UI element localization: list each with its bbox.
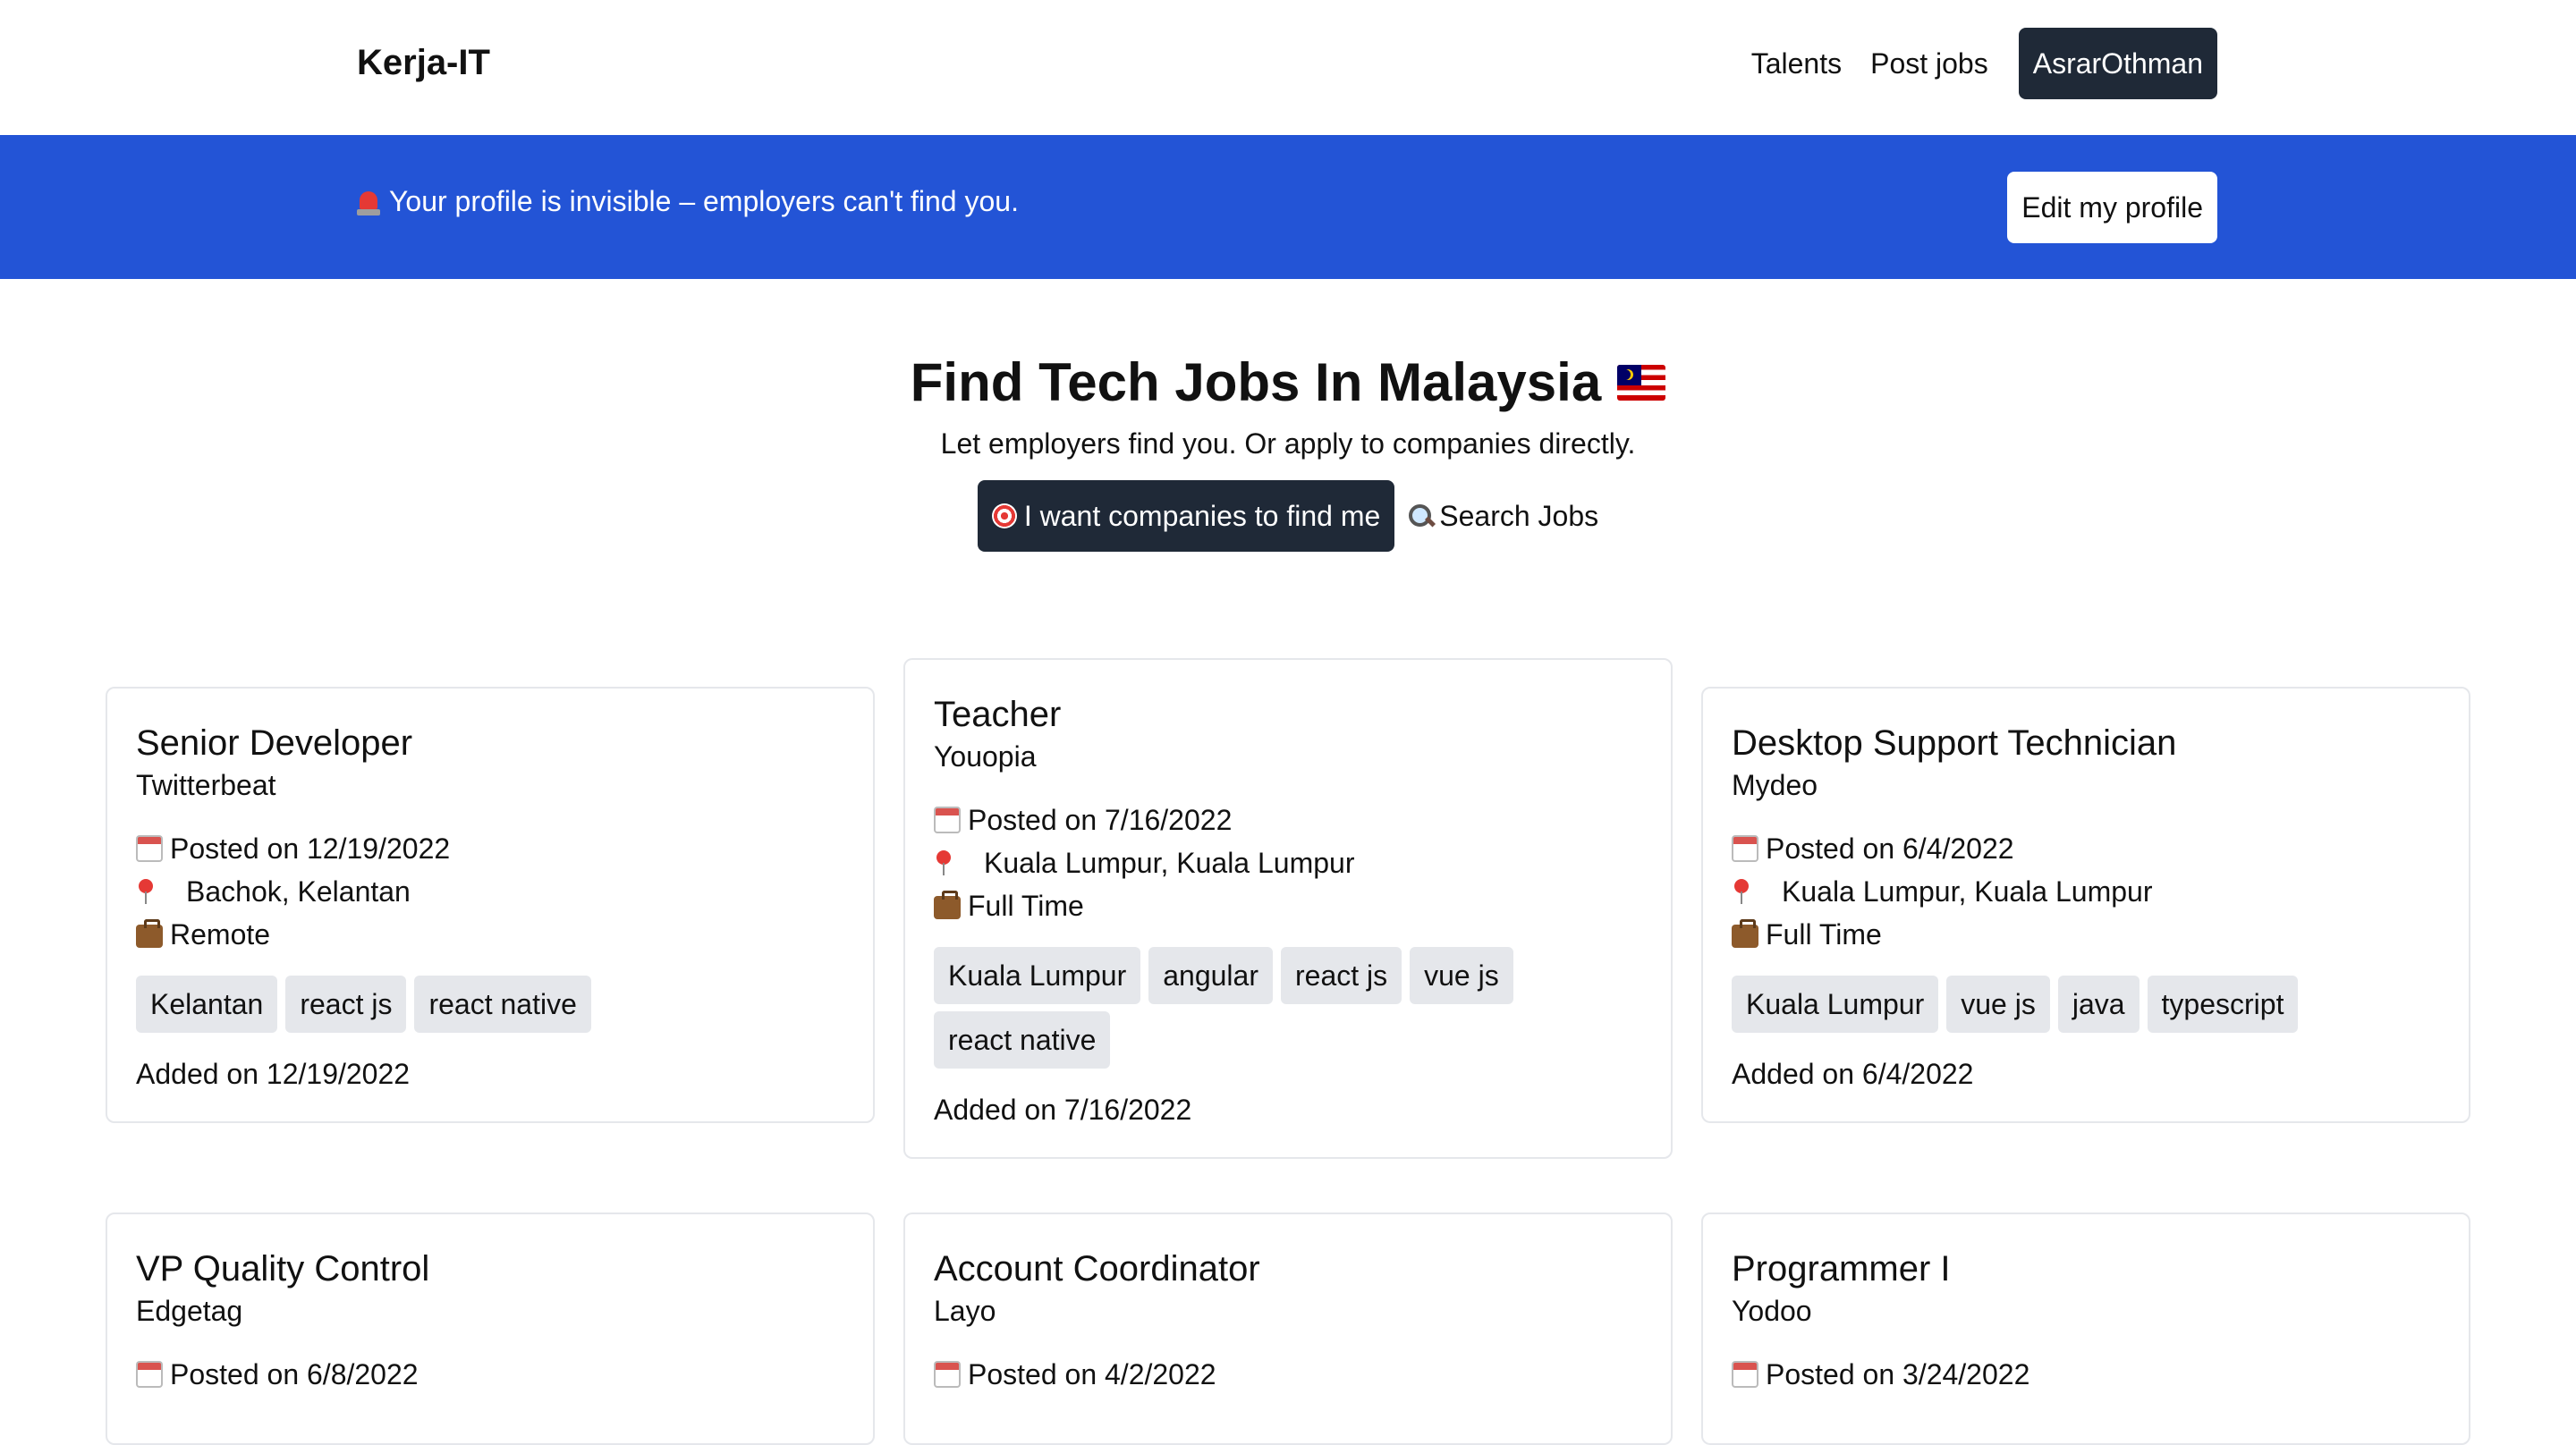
job-meta: Posted on 3/24/2022 [1732, 1353, 2440, 1396]
posted-date: Posted on 7/16/2022 [968, 804, 1233, 836]
company-name: Yodoo [1732, 1295, 1812, 1327]
posted-row: Posted on 12/19/2022 [136, 827, 844, 870]
siren-icon [357, 189, 380, 215]
calendar-icon [136, 835, 163, 862]
job-title[interactable]: Programmer I [1732, 1246, 2440, 1291]
tag-list: Kuala Lumpur vue js java typescript [1732, 976, 2440, 1033]
type-row: Remote [136, 913, 844, 956]
tag-list: Kelantan react js react native [136, 976, 844, 1033]
user-menu-button[interactable]: AsrarOthman [2018, 28, 2217, 99]
briefcase-icon [136, 918, 163, 948]
job-card[interactable]: Senior Developer Twitterbeat Posted on 1… [106, 687, 875, 1123]
job-location: Kuala Lumpur, Kuala Lumpur [984, 847, 1355, 879]
job-card[interactable]: Programmer I Yodoo Posted on 3/24/2022 [1701, 1213, 2470, 1445]
job-card[interactable]: Account Coordinator Layo Posted on 4/2/2… [903, 1213, 1673, 1445]
tag[interactable]: react native [934, 1011, 1111, 1069]
job-card[interactable]: VP Quality Control Edgetag Posted on 6/8… [106, 1213, 875, 1445]
job-type: Full Time [1766, 918, 1882, 951]
tag[interactable]: Kuala Lumpur [1732, 976, 1939, 1033]
tag[interactable]: react js [285, 976, 407, 1033]
briefcase-icon [934, 890, 961, 919]
tag[interactable]: vue js [1946, 976, 2050, 1033]
banner-message-row: Your profile is invisible – employers ca… [357, 185, 1019, 218]
posted-row: Posted on 4/2/2022 [934, 1353, 1642, 1396]
job-card[interactable]: Teacher Youopia Posted on 7/16/2022 Kual… [903, 658, 1673, 1159]
banner-message: Your profile is invisible – employers ca… [389, 185, 1019, 217]
edit-profile-button[interactable]: Edit my profile [2007, 172, 2217, 243]
job-meta: Posted on 6/4/2022 Kuala Lumpur, Kuala L… [1732, 827, 2440, 956]
page-title: Find Tech Jobs In Malaysia [910, 351, 1666, 413]
top-navbar: Kerja-IT Talents Post jobs AsrarOthman [0, 0, 2576, 135]
company-name: Youopia [934, 740, 1037, 773]
job-title[interactable]: Teacher [934, 692, 1642, 737]
target-icon [991, 503, 1017, 528]
profile-invisible-banner: Your profile is invisible – employers ca… [0, 135, 2576, 279]
job-type: Full Time [968, 890, 1084, 922]
pin-icon [136, 878, 156, 905]
tag[interactable]: java [2057, 976, 2140, 1033]
tag[interactable]: Kelantan [136, 976, 278, 1033]
nav-link-post-jobs[interactable]: Post jobs [1856, 28, 2003, 99]
location-row: Kuala Lumpur, Kuala Lumpur [1732, 870, 2440, 913]
briefcase-icon [1732, 918, 1758, 948]
posted-row: Posted on 6/8/2022 [136, 1353, 844, 1396]
posted-row: Posted on 7/16/2022 [934, 799, 1642, 841]
pin-icon [1732, 878, 1751, 905]
tag[interactable]: react js [1280, 947, 1402, 1004]
company-name: Edgetag [136, 1295, 243, 1327]
pin-icon [934, 849, 953, 876]
job-location: Kuala Lumpur, Kuala Lumpur [1782, 875, 2153, 908]
tag[interactable]: angular [1148, 947, 1273, 1004]
malaysia-flag-icon [1617, 364, 1666, 401]
posted-date: Posted on 12/19/2022 [170, 832, 451, 865]
hero-section: Find Tech Jobs In Malaysia Let employers… [0, 279, 2576, 552]
search-icon [1407, 503, 1434, 529]
tag[interactable]: vue js [1410, 947, 1513, 1004]
added-date: Added on 6/4/2022 [1732, 1058, 1974, 1090]
job-title[interactable]: Senior Developer [136, 721, 844, 765]
tag[interactable]: react native [414, 976, 591, 1033]
find-me-button[interactable]: I want companies to find me [977, 480, 1395, 552]
added-date: Added on 7/16/2022 [934, 1094, 1192, 1126]
posted-row: Posted on 3/24/2022 [1732, 1353, 2440, 1396]
posted-date: Posted on 6/4/2022 [1766, 832, 2014, 865]
tag-list: Kuala Lumpur angular react js vue js rea… [934, 947, 1642, 1069]
job-card[interactable]: Desktop Support Technician Mydeo Posted … [1701, 687, 2470, 1123]
find-me-label: I want companies to find me [1023, 500, 1381, 532]
posted-date: Posted on 3/24/2022 [1766, 1358, 2030, 1390]
hero-actions: I want companies to find me Search Jobs [0, 480, 2576, 552]
job-title[interactable]: VP Quality Control [136, 1246, 844, 1291]
posted-date: Posted on 6/8/2022 [170, 1358, 419, 1390]
nav-link-talents[interactable]: Talents [1737, 28, 1856, 99]
nav-links: Talents Post jobs AsrarOthman [1737, 28, 2217, 99]
tag[interactable]: typescript [2147, 976, 2299, 1033]
job-meta: Posted on 6/8/2022 [136, 1353, 844, 1396]
company-name: Mydeo [1732, 769, 1818, 801]
job-type: Remote [170, 918, 271, 951]
hero-subtitle: Let employers find you. Or apply to comp… [940, 427, 1636, 460]
calendar-icon [934, 807, 961, 833]
job-location: Bachok, Kelantan [186, 875, 411, 908]
location-row: Bachok, Kelantan [136, 870, 844, 913]
type-row: Full Time [934, 884, 1642, 927]
posted-date: Posted on 4/2/2022 [968, 1358, 1216, 1390]
location-row: Kuala Lumpur, Kuala Lumpur [934, 841, 1642, 884]
posted-row: Posted on 6/4/2022 [1732, 827, 2440, 870]
search-jobs-label: Search Jobs [1439, 499, 1599, 532]
page-title-text: Find Tech Jobs In Malaysia [910, 352, 1602, 412]
brand-logo[interactable]: Kerja-IT [357, 43, 490, 83]
type-row: Full Time [1732, 913, 2440, 956]
job-title[interactable]: Desktop Support Technician [1732, 721, 2440, 765]
calendar-icon [1732, 835, 1758, 862]
job-meta: Posted on 12/19/2022 Bachok, Kelantan Re… [136, 827, 844, 956]
company-name: Twitterbeat [136, 769, 276, 801]
job-meta: Posted on 4/2/2022 [934, 1353, 1642, 1396]
job-title[interactable]: Account Coordinator [934, 1246, 1642, 1291]
search-jobs-button[interactable]: Search Jobs [1407, 500, 1598, 533]
tag[interactable]: Kuala Lumpur [934, 947, 1141, 1004]
job-meta: Posted on 7/16/2022 Kuala Lumpur, Kuala … [934, 799, 1642, 927]
added-date: Added on 12/19/2022 [136, 1058, 411, 1090]
company-name: Layo [934, 1295, 996, 1327]
